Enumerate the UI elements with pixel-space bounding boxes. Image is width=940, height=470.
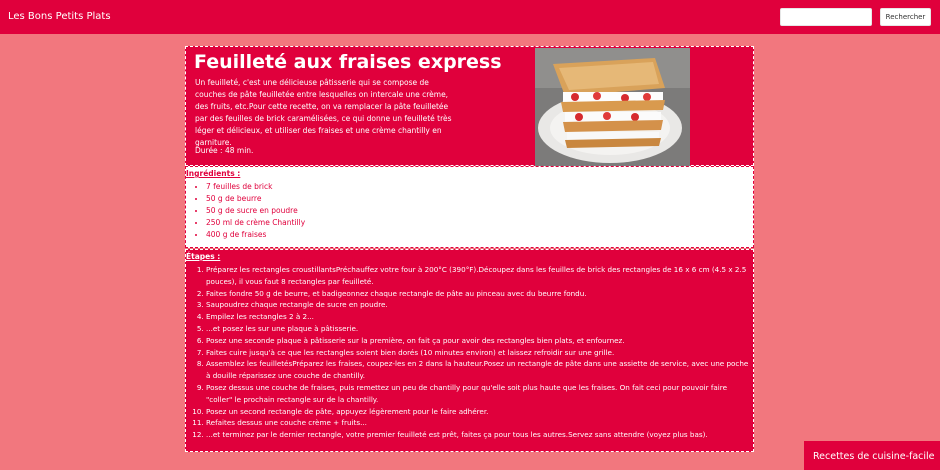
recipe-photo-image bbox=[535, 48, 690, 166]
site-footer-tag[interactable]: Recettes de cuisine-facile bbox=[804, 441, 940, 470]
search-button[interactable]: Rechercher bbox=[880, 8, 931, 26]
step-item: Posez dessus une couche de fraises, puis… bbox=[206, 382, 751, 406]
step-item: Faites fondre 50 g de beurre, et badigeo… bbox=[206, 288, 751, 300]
step-item: Posez une seconde plaque à pâtisserie su… bbox=[206, 335, 751, 347]
step-item: Préparez les rectangles croustillantsPré… bbox=[206, 264, 751, 288]
recipe-description: Un feuilleté, c'est une délicieuse pâtis… bbox=[195, 78, 452, 147]
step-item: Posez un second rectangle de pâte, appuy… bbox=[206, 406, 751, 418]
step-item: Faites cuire jusqu'à ce que les rectangl… bbox=[206, 347, 751, 359]
recipe-duration: Durée : 48 min. bbox=[195, 146, 254, 155]
recipe-title: Feuilleté aux fraises express bbox=[194, 51, 502, 73]
ingredient-item: 50 g de sucre en poudre bbox=[206, 205, 305, 217]
ingredients-section: Ingrédients : 7 feuilles de brick 50 g d… bbox=[185, 166, 754, 248]
steps-list: Préparez les rectangles croustillantsPré… bbox=[186, 264, 755, 441]
brand-link[interactable]: Les Bons Petits Plats bbox=[8, 11, 111, 22]
recipe-header: Feuilleté aux fraises express Un feuille… bbox=[185, 46, 754, 166]
search-input[interactable] bbox=[780, 8, 872, 26]
top-navbar: Les Bons Petits Plats Rechercher bbox=[0, 0, 940, 34]
ingredient-item: 250 ml de crème Chantilly bbox=[206, 217, 305, 229]
step-item: Empilez les rectangles 2 à 2... bbox=[206, 311, 751, 323]
ingredients-list: 7 feuilles de brick 50 g de beurre 50 g … bbox=[186, 181, 305, 241]
step-item: Refaites dessus une couche crème + fruit… bbox=[206, 417, 751, 429]
ingredients-label: Ingrédients : bbox=[186, 169, 241, 178]
ingredient-item: 50 g de beurre bbox=[206, 193, 305, 205]
steps-label: Étapes : bbox=[186, 252, 221, 261]
step-item: Assemblez les feuilletésPréparez les fra… bbox=[206, 358, 751, 382]
step-item: Saupoudrez chaque rectangle de sucre en … bbox=[206, 299, 751, 311]
steps-section: Étapes : Préparez les rectangles crousti… bbox=[185, 249, 754, 452]
ingredient-item: 400 g de fraises bbox=[206, 229, 305, 241]
step-item: ...et posez les sur une plaque à pâtisse… bbox=[206, 323, 751, 335]
step-item: ...et terminez par le dernier rectangle,… bbox=[206, 429, 751, 441]
ingredient-item: 7 feuilles de brick bbox=[206, 181, 305, 193]
recipe-photo bbox=[535, 48, 690, 166]
